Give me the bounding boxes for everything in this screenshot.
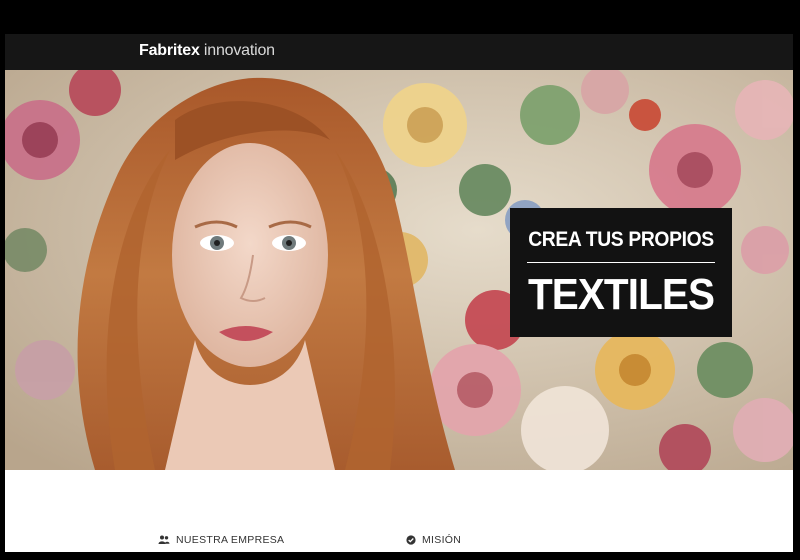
hero-banner: CREA TUS PROPIOS TEXTILES bbox=[5, 70, 793, 470]
brand-name-light: innovation bbox=[199, 42, 275, 59]
mision-label: MISIÓN bbox=[422, 534, 462, 546]
hero-headline-card: CREA TUS PROPIOS TEXTILES bbox=[510, 208, 732, 337]
nuestra-empresa-link[interactable]: NUESTRA EMPRESA bbox=[158, 534, 284, 546]
top-navbar: Fabritex innovation bbox=[5, 34, 793, 70]
hero-divider bbox=[527, 262, 715, 263]
nuestra-empresa-label: NUESTRA EMPRESA bbox=[176, 534, 285, 546]
mision-link[interactable]: MISIÓN bbox=[406, 534, 461, 546]
hero-headline-large: TEXTILES bbox=[527, 270, 715, 319]
hero-headline-small: CREA TUS PROPIOS bbox=[528, 228, 714, 251]
users-icon bbox=[158, 535, 170, 544]
page-frame: Fabritex innovation CREA TUS PROPIOS TEX… bbox=[5, 34, 793, 552]
brand-name-strong: Fabritex bbox=[139, 42, 200, 59]
check-circle-icon bbox=[406, 535, 416, 545]
brand-logo-link[interactable]: Fabritex innovation bbox=[139, 41, 275, 61]
section-links: NUESTRA EMPRESA MISIÓN bbox=[5, 530, 793, 552]
